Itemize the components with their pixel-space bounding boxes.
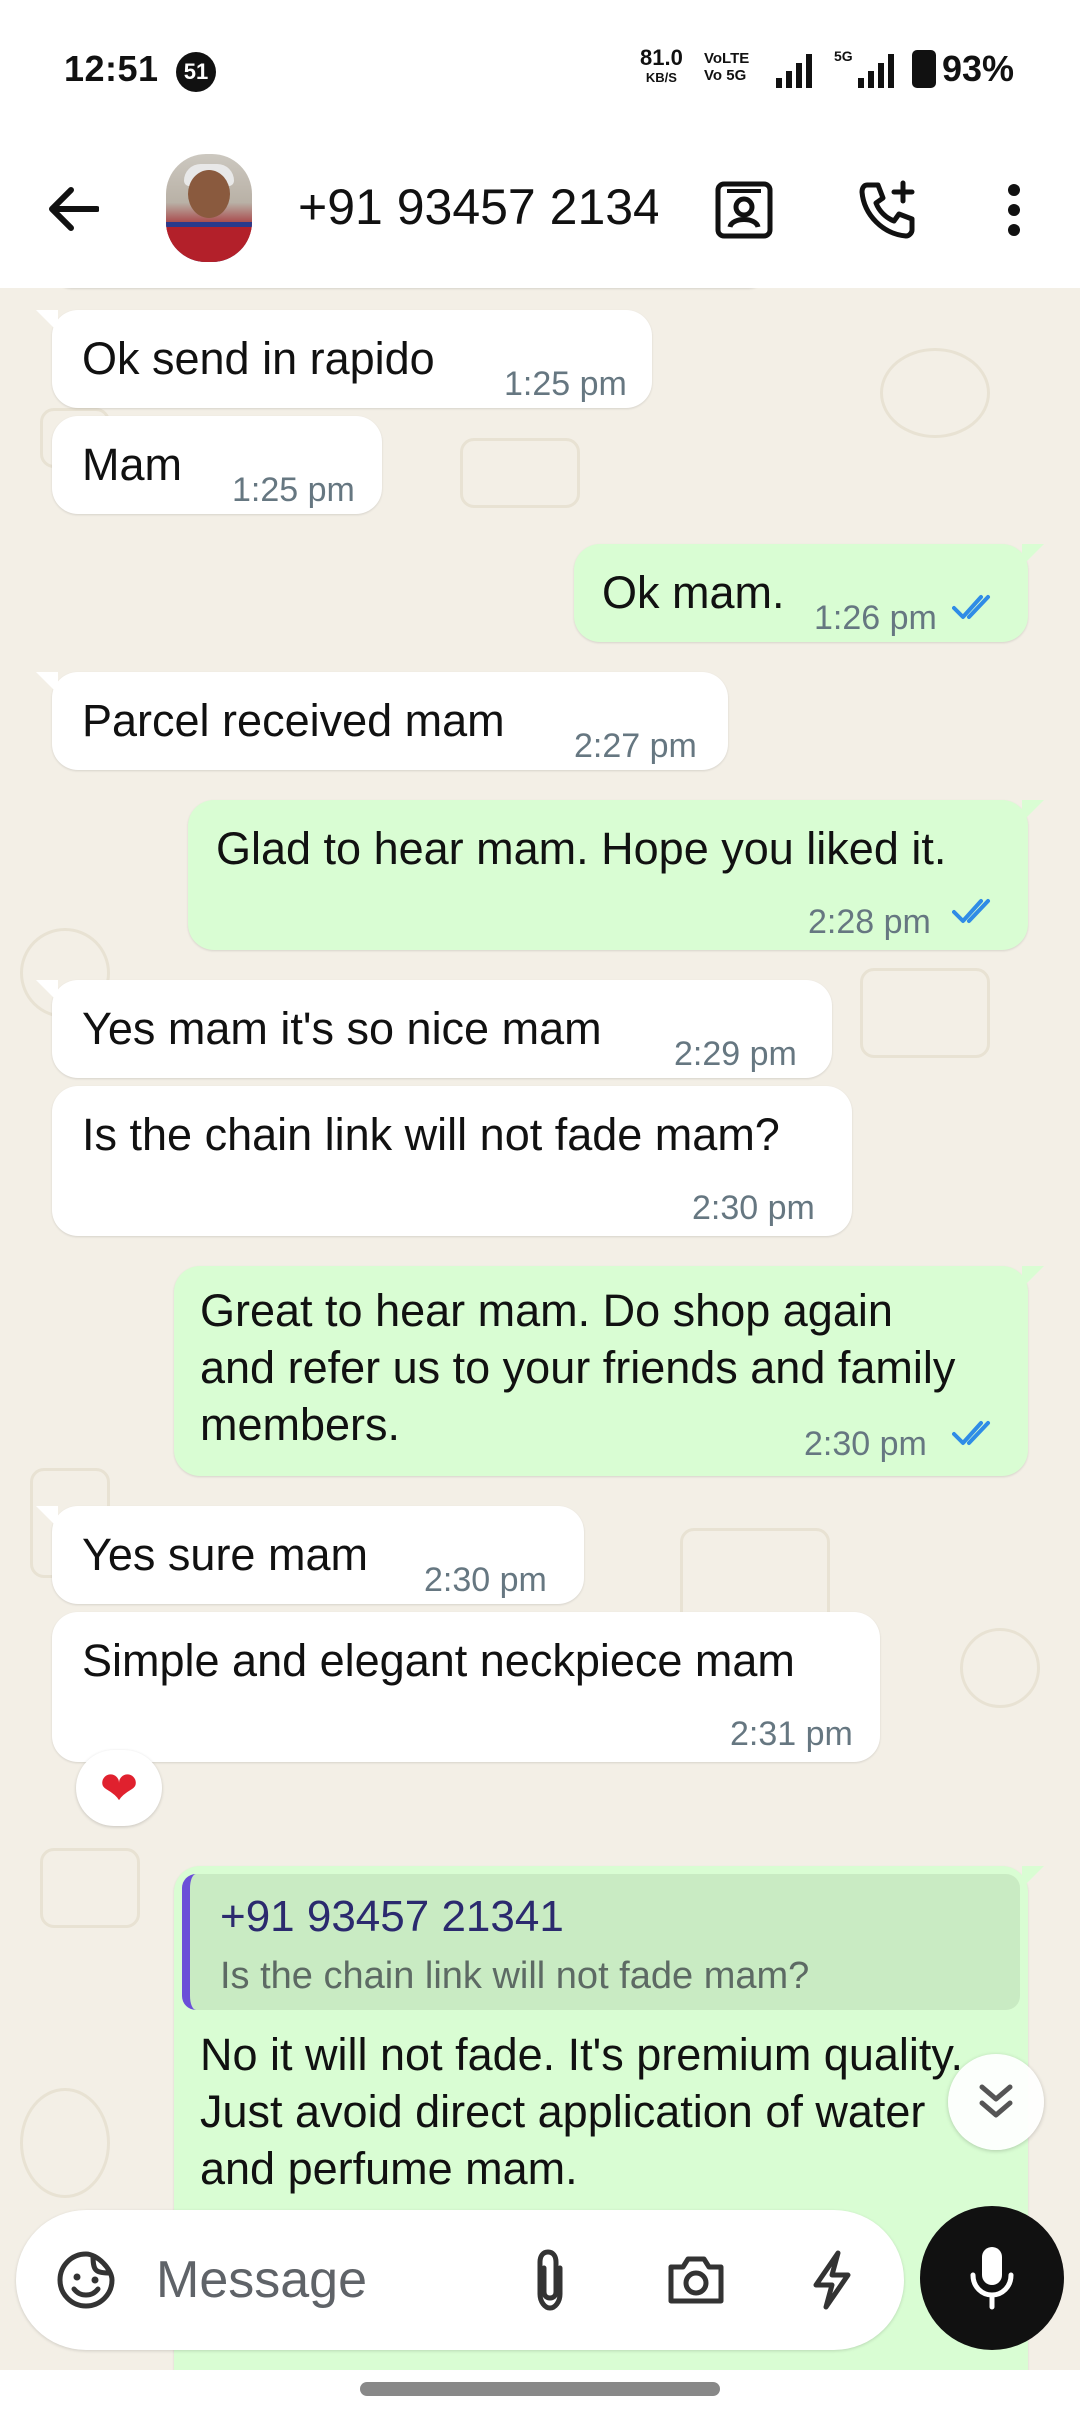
attach-button[interactable] [510,2240,590,2320]
message-time: 2:30 pm [804,1425,927,1463]
contact-name[interactable]: +91 93457 21341 [298,178,658,236]
message-time: 1:25 pm [504,365,627,403]
back-arrow-icon [49,187,99,231]
sticker-emoji-icon [57,2251,115,2309]
more-vert-icon [1008,184,1020,236]
message-bubble-incoming[interactable]: Yes sure mam 2:30 pm [36,1506,584,1604]
volte-indicator: VoLTE Vo 5G [704,50,749,84]
home-indicator[interactable] [360,2382,720,2396]
message-time: 2:28 pm [808,903,931,941]
double-chevron-down-icon [979,2084,1013,2118]
add-call-button[interactable] [848,170,928,250]
network-speed-value: 81.0 [640,45,683,70]
notification-count-badge: 51 [176,52,216,92]
add-call-icon [859,180,915,239]
chat-area[interactable]: Ok send in rapido 1:25 pm Mam 1:25 pm Ok… [0,288,1080,2370]
quoted-message[interactable]: +91 93457 21341 Is the chain link will n… [182,1874,1020,2010]
message-bubble-outgoing[interactable]: Glad to hear mam. Hope you liked it. 2:2… [188,800,1044,950]
signal-icon [776,54,812,88]
chat-header: +91 93457 21341 [0,140,1080,288]
network-speed: 81.0 KB/S [640,45,683,88]
message-time: 2:29 pm [674,1035,797,1073]
read-ticks-icon [952,595,990,619]
system-nav-bar [0,2370,1080,2412]
sticker-button[interactable] [46,2240,126,2320]
read-ticks-icon [952,1421,990,1445]
network-speed-unit: KB/S [645,70,677,85]
network-type: 5G [834,48,853,64]
message-text: Glad to hear mam. Hope you liked it. [216,823,947,874]
message-text: No it will not fade. It's premium qualit… [200,2029,964,2194]
message-bubble-incoming[interactable]: Simple and elegant neckpiece mam 2:31 pm [52,1612,880,1762]
volte-line1: VoLTE [704,50,750,67]
message-composer [16,2210,904,2350]
message-bubble-outgoing[interactable]: Ok mam. 1:26 pm [574,544,1044,642]
message-bubble-outgoing[interactable]: Great to hear mam. Do shop again and ref… [174,1266,1044,1476]
camera-icon [668,2256,724,2304]
more-options-button[interactable] [974,170,1054,250]
message-time: 2:31 pm [730,1715,853,1753]
contact-card-icon [715,181,773,239]
message-bubble-incoming[interactable]: Parcel received mam 2:27 pm [36,672,728,770]
message-text: Yes mam it's so nice mam [82,1003,602,1054]
battery-percent: 93% [942,48,1015,89]
message-text: Ok mam. [602,567,785,618]
scroll-to-bottom-button[interactable] [948,2054,1044,2150]
message-bubble-incoming[interactable]: Mam 1:25 pm [52,416,382,514]
back-button[interactable] [38,174,108,244]
message-text: Mam [82,439,182,490]
reaction-badge[interactable]: ❤ [76,1750,162,1826]
message-bubble-incoming[interactable]: Ok send in rapido 1:25 pm [36,310,652,408]
lightning-bolt-icon [813,2250,851,2310]
message-time: 1:26 pm [814,599,937,637]
status-time: 12:51 [64,48,159,89]
signal-5g-icon [858,54,894,88]
paperclip-icon [537,2249,563,2311]
contact-card-button[interactable] [704,170,784,250]
volte-line2: Vo 5G [704,67,747,84]
message-bubble-incoming[interactable]: Yes mam it's so nice mam 2:29 pm [36,980,832,1078]
battery-icon [912,50,936,88]
message-time: 2:30 pm [424,1561,547,1599]
camera-button[interactable] [656,2240,736,2320]
message-time: 2:30 pm [692,1189,815,1227]
message-text: Ok send in rapido [82,333,435,384]
message-text: Parcel received mam [82,695,505,746]
microphone-icon [970,2247,1014,2310]
message-time: 1:25 pm [232,471,355,509]
read-ticks-icon [952,899,990,923]
contact-avatar[interactable] [166,154,252,262]
status-bar: 12:51 51 81.0 KB/S VoLTE Vo 5G 5G 93% [0,0,1080,140]
quick-reply-button[interactable] [792,2240,872,2320]
quoted-text: Is the chain link will not fade mam? [220,1955,810,1997]
message-text: Is the chain link will not fade mam? [82,1109,780,1160]
message-text: Simple and elegant neckpiece mam [82,1635,795,1686]
message-time: 2:27 pm [574,727,697,765]
voice-message-button[interactable] [920,2206,1064,2350]
message-text: Yes sure mam [82,1529,368,1580]
message-bubble-incoming[interactable]: Is the chain link will not fade mam? 2:3… [52,1086,852,1236]
quoted-sender: +91 93457 21341 [220,1892,564,1941]
message-input[interactable] [156,2248,496,2312]
